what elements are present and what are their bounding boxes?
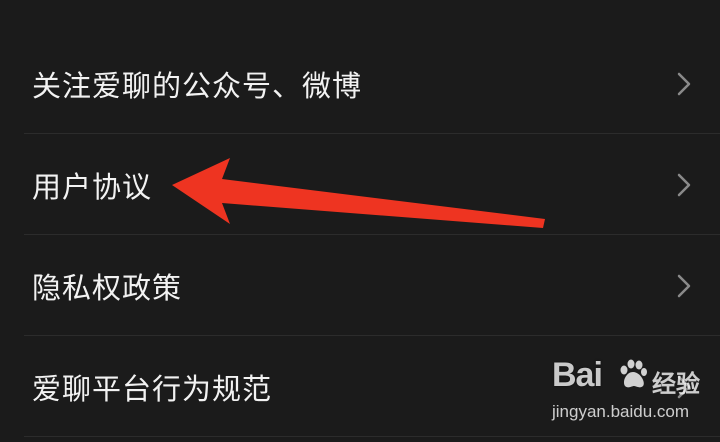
chevron-right-icon — [677, 173, 691, 196]
menu-item-label: 用户协议 — [32, 169, 153, 204]
watermark-brand-text: Bai — [552, 356, 603, 394]
divider — [24, 436, 720, 437]
watermark-url: jingyan.baidu.com — [552, 402, 690, 421]
menu-item-label: 爱聊平台行为规范 — [32, 371, 273, 406]
baidu-paw-logo-icon — [620, 359, 647, 388]
chevron-right-icon — [677, 72, 691, 95]
watermark-jingyan-text: 经验 — [652, 370, 700, 398]
baidu-jingyan-watermark: Bai 经验 jingyan.baidu.com — [552, 356, 712, 436]
menu-item-user-agreement[interactable]: 用户协议 — [0, 134, 720, 235]
menu-item-label: 关注爱聊的公众号、微博 — [32, 68, 363, 103]
menu-item-privacy-policy[interactable]: 隐私权政策 — [0, 235, 720, 336]
menu-item-label: 隐私权政策 — [32, 270, 183, 305]
chevron-right-icon — [677, 274, 691, 297]
menu-item-follow-official-accounts[interactable]: 关注爱聊的公众号、微博 — [0, 33, 720, 134]
